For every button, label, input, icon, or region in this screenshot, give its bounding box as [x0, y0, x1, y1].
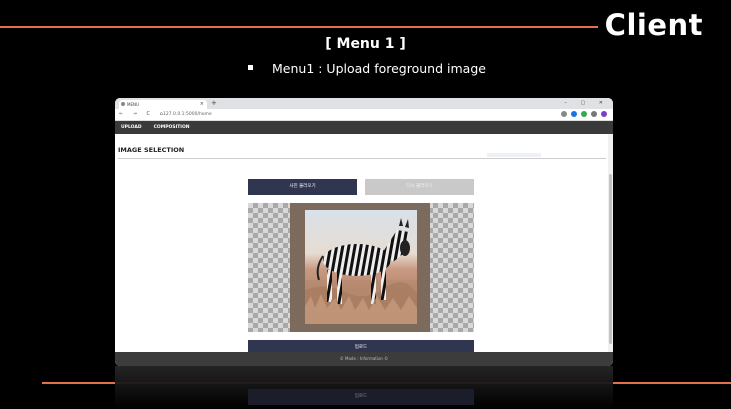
new-tab-button[interactable]: +	[211, 98, 217, 109]
browser-tab-bar: MENU × + – ▢ ✕	[115, 98, 613, 109]
photo-frame	[290, 203, 430, 332]
reset-button[interactable]: 다시 불러오기	[365, 179, 474, 195]
tab-title: MENU	[127, 102, 139, 107]
extension-icon[interactable]	[581, 111, 587, 117]
slide-bullet: Menu1 : Upload foreground image	[248, 61, 486, 76]
slide-menu-title: [ Menu 1 ]	[325, 36, 406, 52]
app-footer: © Made : Information ©	[115, 352, 613, 366]
image-canvas	[248, 203, 474, 332]
bullet-square-icon	[248, 65, 253, 70]
close-tab-icon[interactable]: ×	[200, 100, 204, 109]
zebra-image	[305, 218, 417, 324]
address-bar: ← → C ⌂ 127.0.0.1:5000/home	[115, 109, 613, 121]
zebra-photo	[305, 210, 417, 324]
app-navbar: UPLOAD COMPOSITION	[115, 121, 613, 134]
sidebar-placeholder	[487, 153, 541, 157]
load-photo-button[interactable]: 사진 불러오기	[248, 179, 357, 195]
reflection-upload-button: 업로드	[248, 389, 474, 405]
scrollbar-thumb[interactable]	[609, 174, 612, 344]
top-accent-line	[0, 26, 598, 28]
heading-divider	[118, 158, 606, 159]
extension-icon[interactable]	[571, 111, 577, 117]
nav-composition[interactable]: COMPOSITION	[154, 125, 190, 130]
profile-avatar[interactable]	[601, 111, 607, 117]
nav-upload[interactable]: UPLOAD	[121, 125, 142, 130]
browser-tab[interactable]: MENU ×	[119, 100, 207, 109]
url-field[interactable]: 127.0.0.1:5000/home	[163, 110, 212, 119]
extension-icons	[561, 111, 607, 117]
page-heading: IMAGE SELECTION	[118, 146, 185, 154]
scrollbar[interactable]	[608, 134, 613, 357]
browser-window: MENU × + – ▢ ✕ ← → C ⌂ 127.0.0.1:5000/ho…	[115, 98, 613, 366]
favicon-icon	[121, 102, 125, 106]
translate-icon[interactable]	[561, 111, 567, 117]
navigation-icons[interactable]: ← → C ⌂	[119, 110, 167, 119]
page-content: IMAGE SELECTION 사진 불러오기 다시 불러오기 업로드	[115, 134, 613, 357]
browser-reflection: 업로드	[115, 366, 613, 409]
bullet-text: Menu1 : Upload foreground image	[272, 61, 486, 76]
window-controls[interactable]: – ▢ ✕	[564, 98, 609, 109]
puzzle-icon[interactable]	[591, 111, 597, 117]
